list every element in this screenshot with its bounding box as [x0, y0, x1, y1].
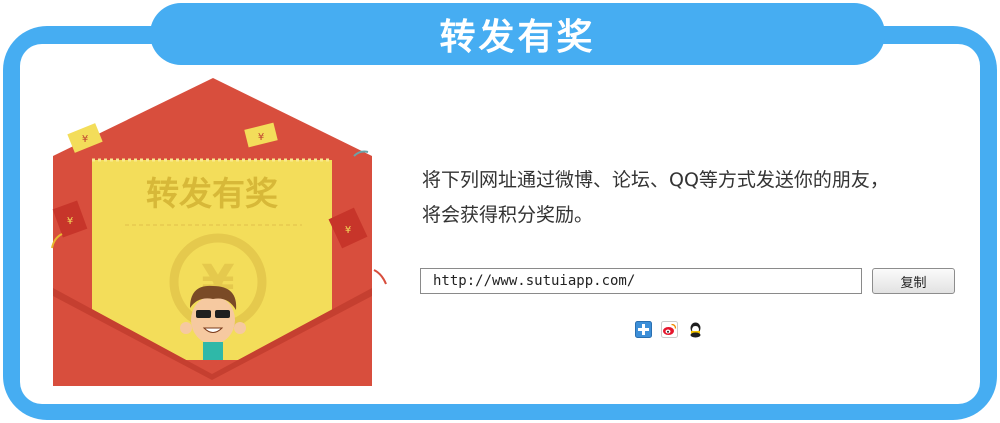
- card-title: 转发有奖: [146, 174, 278, 213]
- instruction-line-2: 将会获得积分奖励。: [422, 204, 594, 226]
- weibo-icon[interactable]: [661, 321, 678, 338]
- svg-text:¥: ¥: [345, 225, 351, 236]
- copy-button[interactable]: 复制: [872, 268, 955, 294]
- add-share-icon[interactable]: [635, 321, 652, 338]
- share-instructions: 将下列网址通过微博、论坛、QQ等方式发送你的朋友， 将会获得积分奖励。: [422, 163, 962, 233]
- share-buttons: [635, 321, 704, 339]
- title-banner: 转发有奖: [150, 3, 885, 65]
- red-envelope-illustration: 转发有奖 ¥ ¥ ¥ ¥ ¥: [51, 78, 387, 386]
- svg-text:¥: ¥: [258, 132, 264, 143]
- share-url-input[interactable]: [420, 268, 862, 294]
- qq-icon[interactable]: [687, 321, 704, 338]
- page-title: 转发有奖: [439, 17, 596, 58]
- instruction-line-1: 将下列网址通过微博、论坛、QQ等方式发送你的朋友，: [422, 169, 889, 191]
- svg-text:¥: ¥: [67, 216, 73, 227]
- svg-text:¥: ¥: [82, 134, 88, 145]
